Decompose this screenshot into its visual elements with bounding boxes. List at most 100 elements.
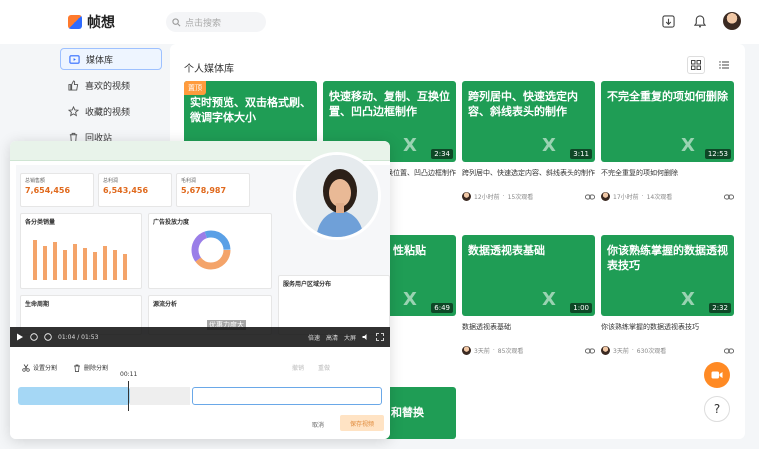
chart-bar xyxy=(53,242,57,280)
video-meta: 17小时前 · 14次观看 xyxy=(601,192,734,201)
duration-badge: 12:53 xyxy=(704,149,731,159)
chart-bar xyxy=(83,248,87,280)
duration-badge: 6:49 xyxy=(431,303,453,313)
chart-bar xyxy=(33,240,37,280)
video-time: 01:04 / 01:53 xyxy=(58,333,99,341)
video-thumbnail[interactable]: 跨列居中、快速选定内容、斜线表头的制作 X 3:11 xyxy=(462,81,595,162)
sidebar-item-media[interactable]: 媒体库 xyxy=(60,48,162,70)
kpi-value: 7,654,456 xyxy=(25,186,71,195)
link-icon[interactable] xyxy=(585,347,595,355)
volume-icon[interactable] xyxy=(362,333,370,341)
screen-mode-button[interactable]: 大屏 xyxy=(344,333,356,342)
forward-icon[interactable] xyxy=(44,333,52,341)
user-avatar[interactable] xyxy=(723,12,741,30)
redo-button[interactable]: 重做 xyxy=(318,363,330,372)
video-thumbnail[interactable]: 不完全重复的项如何删除 X 12:53 xyxy=(601,81,734,162)
excel-icon: X xyxy=(403,135,417,156)
question-icon: ? xyxy=(713,402,721,416)
sidebar-item-label: 媒体库 xyxy=(86,55,114,66)
dot-separator: · xyxy=(631,347,634,354)
trash-icon xyxy=(74,364,81,372)
link-icon[interactable] xyxy=(724,347,734,355)
list-view-icon[interactable] xyxy=(715,56,733,74)
link-icon[interactable] xyxy=(724,193,734,201)
duration-badge: 3:11 xyxy=(570,149,592,159)
avatar xyxy=(601,192,610,201)
chart-bar xyxy=(63,250,67,280)
video-camera-icon xyxy=(711,371,723,379)
quality-button[interactable]: 高清 xyxy=(326,333,338,342)
thumbnail-title: 和替换 xyxy=(391,406,424,419)
speed-button[interactable]: 倍速 xyxy=(308,333,320,342)
star-icon xyxy=(68,105,79,117)
grid-view-icon[interactable] xyxy=(687,56,705,74)
video-thumbnail[interactable]: 你该熟练掌握的数据透视表技巧 X 2:32 xyxy=(601,235,734,316)
avatar xyxy=(462,346,471,355)
kpi-value: 5,678,987 xyxy=(181,186,227,195)
help-button[interactable]: ? xyxy=(704,396,730,422)
video-meta: 3天前 · 85次观看 xyxy=(462,346,595,355)
panel-title: 源流分析 xyxy=(153,301,178,308)
thumbnail-title: 快速移动、复制、互换位置、凹凸边框制作 xyxy=(329,90,450,118)
view-count: 85次观看 xyxy=(497,348,524,355)
video-thumbnail[interactable]: 数据透视表基础 X 1:00 xyxy=(462,235,595,316)
bell-icon[interactable] xyxy=(691,12,709,30)
video-card[interactable]: 不完全重复的项如何删除 X 12:53 不完全重复的项如何删除 17小时前 · … xyxy=(601,81,734,201)
playhead[interactable] xyxy=(128,381,129,411)
search-input[interactable]: 点击搜索 xyxy=(166,12,266,32)
video-description: 数据透视表基础 xyxy=(462,323,511,331)
chart-bar xyxy=(103,246,107,280)
duration-badge: 1:00 xyxy=(570,303,592,313)
view-count: 15次观看 xyxy=(507,194,534,201)
video-card[interactable]: 你该熟练掌握的数据透视表技巧 X 2:32 你该熟练掌握的数据透视表技巧 3天前… xyxy=(601,235,734,355)
upload-icon[interactable] xyxy=(659,12,677,30)
save-video-button[interactable]: 保存视频 xyxy=(340,415,384,431)
sidebar-item-liked[interactable]: 喜欢的视频 xyxy=(60,74,162,96)
top-bar: 帧想 点击搜索 xyxy=(0,0,759,44)
split-button[interactable]: 设置分割 xyxy=(22,363,57,372)
fullscreen-icon[interactable] xyxy=(376,333,384,341)
webcam-overlay xyxy=(293,152,381,240)
thumbnail-title: 你该熟练掌握的数据透视表技巧 xyxy=(607,244,728,272)
video-card[interactable]: 数据透视表基础 X 1:00 数据透视表基础 3天前 · 85次观看 xyxy=(462,235,595,355)
thumbnail-title: 跨列居中、快速选定内容、斜线表头的制作 xyxy=(468,90,578,118)
clip-segment[interactable] xyxy=(18,387,130,405)
view-count: 14次观看 xyxy=(646,194,673,201)
scissors-icon xyxy=(22,363,30,372)
kpi-label: 总利润 xyxy=(103,178,119,184)
play-icon[interactable] xyxy=(16,333,24,341)
rewind-icon[interactable] xyxy=(30,333,38,341)
kpi-card: 总销售额 7,654,456 xyxy=(20,173,94,207)
playhead-time: 00:11 xyxy=(120,371,138,378)
undo-button[interactable]: 撤销 xyxy=(292,363,304,372)
kpi-label: 总销售额 xyxy=(25,178,46,184)
panel-title: 各分类销量 xyxy=(25,219,56,226)
thumbnail-title: 实时预览、双击格式刷、微调字体大小 xyxy=(190,96,311,124)
upload-time: 12小时前 xyxy=(474,194,500,201)
chart-bar xyxy=(43,246,47,280)
avatar xyxy=(601,346,610,355)
media-icon xyxy=(69,54,80,65)
video-description: 你该熟练掌握的数据透视表技巧 xyxy=(601,323,699,331)
excel-icon: X xyxy=(542,135,556,156)
video-description: 跨列居中、快速选定内容、斜线表头的制作 xyxy=(462,169,595,177)
sidebar-item-favorites[interactable]: 收藏的视频 xyxy=(60,100,162,122)
link-icon[interactable] xyxy=(585,193,595,201)
panel-title: 广告投放力度 xyxy=(153,219,190,226)
record-button[interactable] xyxy=(704,362,730,388)
kpi-card: 总利润 6,543,456 xyxy=(98,173,172,207)
cancel-button[interactable]: 取消 xyxy=(312,420,324,429)
thumbnail-title: 数据透视表基础 xyxy=(468,244,545,257)
chart-bar xyxy=(113,250,117,280)
upload-time: 3天前 xyxy=(474,348,490,355)
video-card[interactable]: 跨列居中、快速选定内容、斜线表头的制作 X 3:11 跨列居中、快速选定内容、斜… xyxy=(462,81,595,201)
dot-separator: · xyxy=(492,347,495,354)
chart-bar xyxy=(93,252,97,280)
view-count: 630次观看 xyxy=(636,348,667,355)
app-logo[interactable]: 帧想 xyxy=(68,12,115,32)
delete-split-button[interactable]: 删除分割 xyxy=(73,363,108,372)
page-title: 个人媒体库 xyxy=(184,64,234,75)
clip-segment-selected[interactable] xyxy=(192,387,382,405)
avatar xyxy=(462,192,471,201)
thumbs-up-icon xyxy=(68,79,79,91)
